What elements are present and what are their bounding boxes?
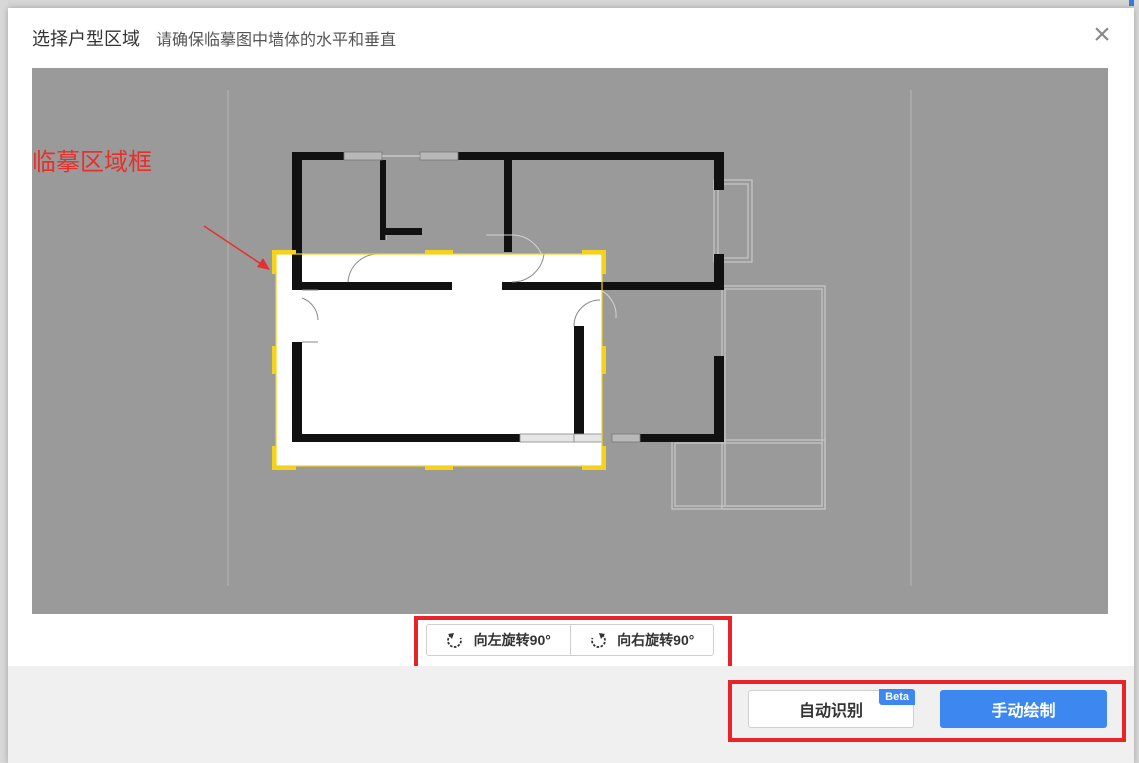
- floorplan-canvas[interactable]: [32, 68, 1108, 614]
- rotate-right-icon: [591, 633, 607, 648]
- manual-draw-button[interactable]: 手动绘制: [940, 690, 1107, 728]
- dialog-title: 选择户型区域: [32, 29, 140, 49]
- floorplan-image: [203, 90, 912, 586]
- close-icon[interactable]: ×: [1090, 20, 1114, 50]
- rotate-right-button[interactable]: 向右旋转90°: [569, 625, 714, 655]
- rotate-left-button[interactable]: 向左旋转90°: [427, 625, 570, 655]
- rotate-button-group: 向左旋转90° 向右旋转90°: [426, 624, 714, 656]
- rotate-right-label: 向右旋转90°: [617, 632, 695, 648]
- rotate-left-icon: [446, 633, 462, 648]
- select-area-dialog: 选择户型区域 请确保临摹图中墙体的水平和垂直 × 临摹区域框 向左旋转90° 向…: [8, 8, 1134, 763]
- tracing-area-annotation: 临摹区域框: [32, 148, 152, 176]
- manual-draw-label: 手动绘制: [991, 703, 1056, 720]
- background-right-panel: [1134, 0, 1139, 763]
- auto-recognize-label: 自动识别: [798, 703, 863, 720]
- dialog-subtitle: 请确保临摹图中墙体的水平和垂直: [156, 32, 397, 49]
- beta-badge: Beta: [879, 689, 915, 705]
- auto-recognize-button[interactable]: 自动识别 Beta: [748, 689, 915, 728]
- background-toolbar: [0, 0, 1139, 8]
- background-left-panel: [0, 0, 8, 763]
- rotate-left-label: 向左旋转90°: [473, 632, 551, 648]
- dialog-header: 选择户型区域 请确保临摹图中墙体的水平和垂直: [32, 26, 396, 50]
